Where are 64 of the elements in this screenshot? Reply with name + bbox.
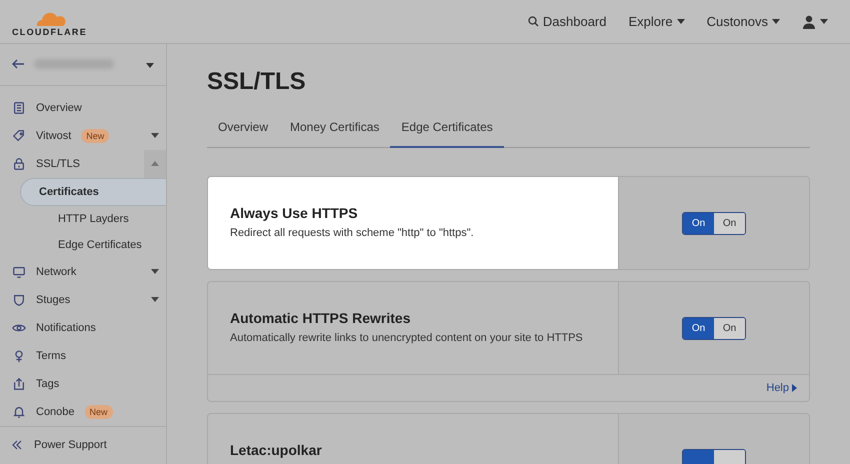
search-icon <box>528 16 539 27</box>
sidebar-item-label: Notifications <box>36 322 96 334</box>
setting-description: Automatically rewrite links to unencrypted content on your site to HTTPS <box>230 332 584 344</box>
help-link[interactable]: Help <box>766 382 797 394</box>
document-icon <box>12 100 26 115</box>
collapse-icon[interactable] <box>12 440 22 450</box>
back-arrow-icon[interactable] <box>12 59 24 70</box>
nav-link[interactable]: Custonovs <box>706 14 780 29</box>
caret-icon <box>151 297 159 302</box>
toggle-option[interactable]: On <box>714 318 745 338</box>
toggle-option[interactable]: On <box>714 212 745 234</box>
toggle-option[interactable]: On <box>683 212 714 234</box>
sidebar-item[interactable]: Tags <box>0 370 166 398</box>
tab[interactable]: Overview <box>207 110 280 148</box>
sidebar-item[interactable]: SSL/TLS <box>0 150 166 178</box>
new-badge: New <box>81 128 110 143</box>
setting-title: Automatic HTTPS Rewrites <box>230 310 412 326</box>
caret-right-icon <box>792 384 797 392</box>
monitor-icon <box>12 264 26 279</box>
sidebar-item[interactable]: Overview <box>0 94 166 122</box>
sidebar-item-label: Stuges <box>36 294 70 306</box>
sidebar-subitem[interactable]: HTTP Layders <box>20 206 166 232</box>
sidebar-item[interactable]: Network <box>0 258 166 286</box>
caret-icon <box>676 19 685 24</box>
nav-link[interactable]: Explore <box>628 14 685 29</box>
sidebar-item[interactable]: Vitwost New <box>0 122 166 150</box>
bell-icon <box>12 404 26 419</box>
tab[interactable]: Edge Certificates <box>390 110 504 148</box>
setting-title: Letac:upolkar <box>230 442 323 458</box>
setting-title: Always Use HTTPS <box>230 205 359 221</box>
caret-icon <box>772 19 780 24</box>
nav-link[interactable]: Dashboard <box>528 14 606 29</box>
power-support-link[interactable]: Power Support <box>34 439 107 452</box>
sidebar-item-label: SSL/TLS <box>36 158 80 170</box>
caret-icon <box>151 161 159 166</box>
caret-icon <box>151 269 159 274</box>
account-menu[interactable] <box>802 14 828 28</box>
caret-icon <box>146 63 154 68</box>
sidebar-item-label: Conobe <box>36 406 75 418</box>
shield-icon <box>12 292 26 307</box>
sidebar-item-label: Vitwost <box>36 130 72 142</box>
sidebar-subitem[interactable]: Edge Certificates <box>20 232 166 258</box>
tag-icon <box>12 128 26 143</box>
sidebar-subitem[interactable]: Certificates <box>20 178 166 206</box>
expand-toggle[interactable] <box>144 150 166 178</box>
sidebar-item-label: Network <box>36 266 76 278</box>
new-badge: New <box>84 404 113 419</box>
sidebar-item-label: Terms <box>36 350 66 362</box>
setting-description: Redirect all requests with scheme "http" to "https". <box>230 227 475 239</box>
sidebar-item-label: Tags <box>36 378 60 390</box>
lock-icon <box>12 156 26 171</box>
caret-icon <box>820 19 828 24</box>
sidebar-item[interactable]: Stuges <box>0 286 166 314</box>
caret-icon <box>151 133 159 138</box>
toggle-option[interactable]: On <box>683 318 714 338</box>
sidebar-item-label: Overview <box>36 102 82 114</box>
logo-text[interactable]: CLOUDFLARE <box>12 26 87 36</box>
sidebar-item[interactable]: Notifications <box>0 314 166 342</box>
page-title: SSL/TLS <box>207 68 307 96</box>
user-icon <box>802 14 816 28</box>
tab[interactable]: Money Certificas <box>279 110 390 148</box>
upload-icon <box>12 376 26 391</box>
sidebar-item[interactable]: Conobe New <box>0 398 166 426</box>
sidebar-item[interactable]: Terms <box>0 342 166 370</box>
